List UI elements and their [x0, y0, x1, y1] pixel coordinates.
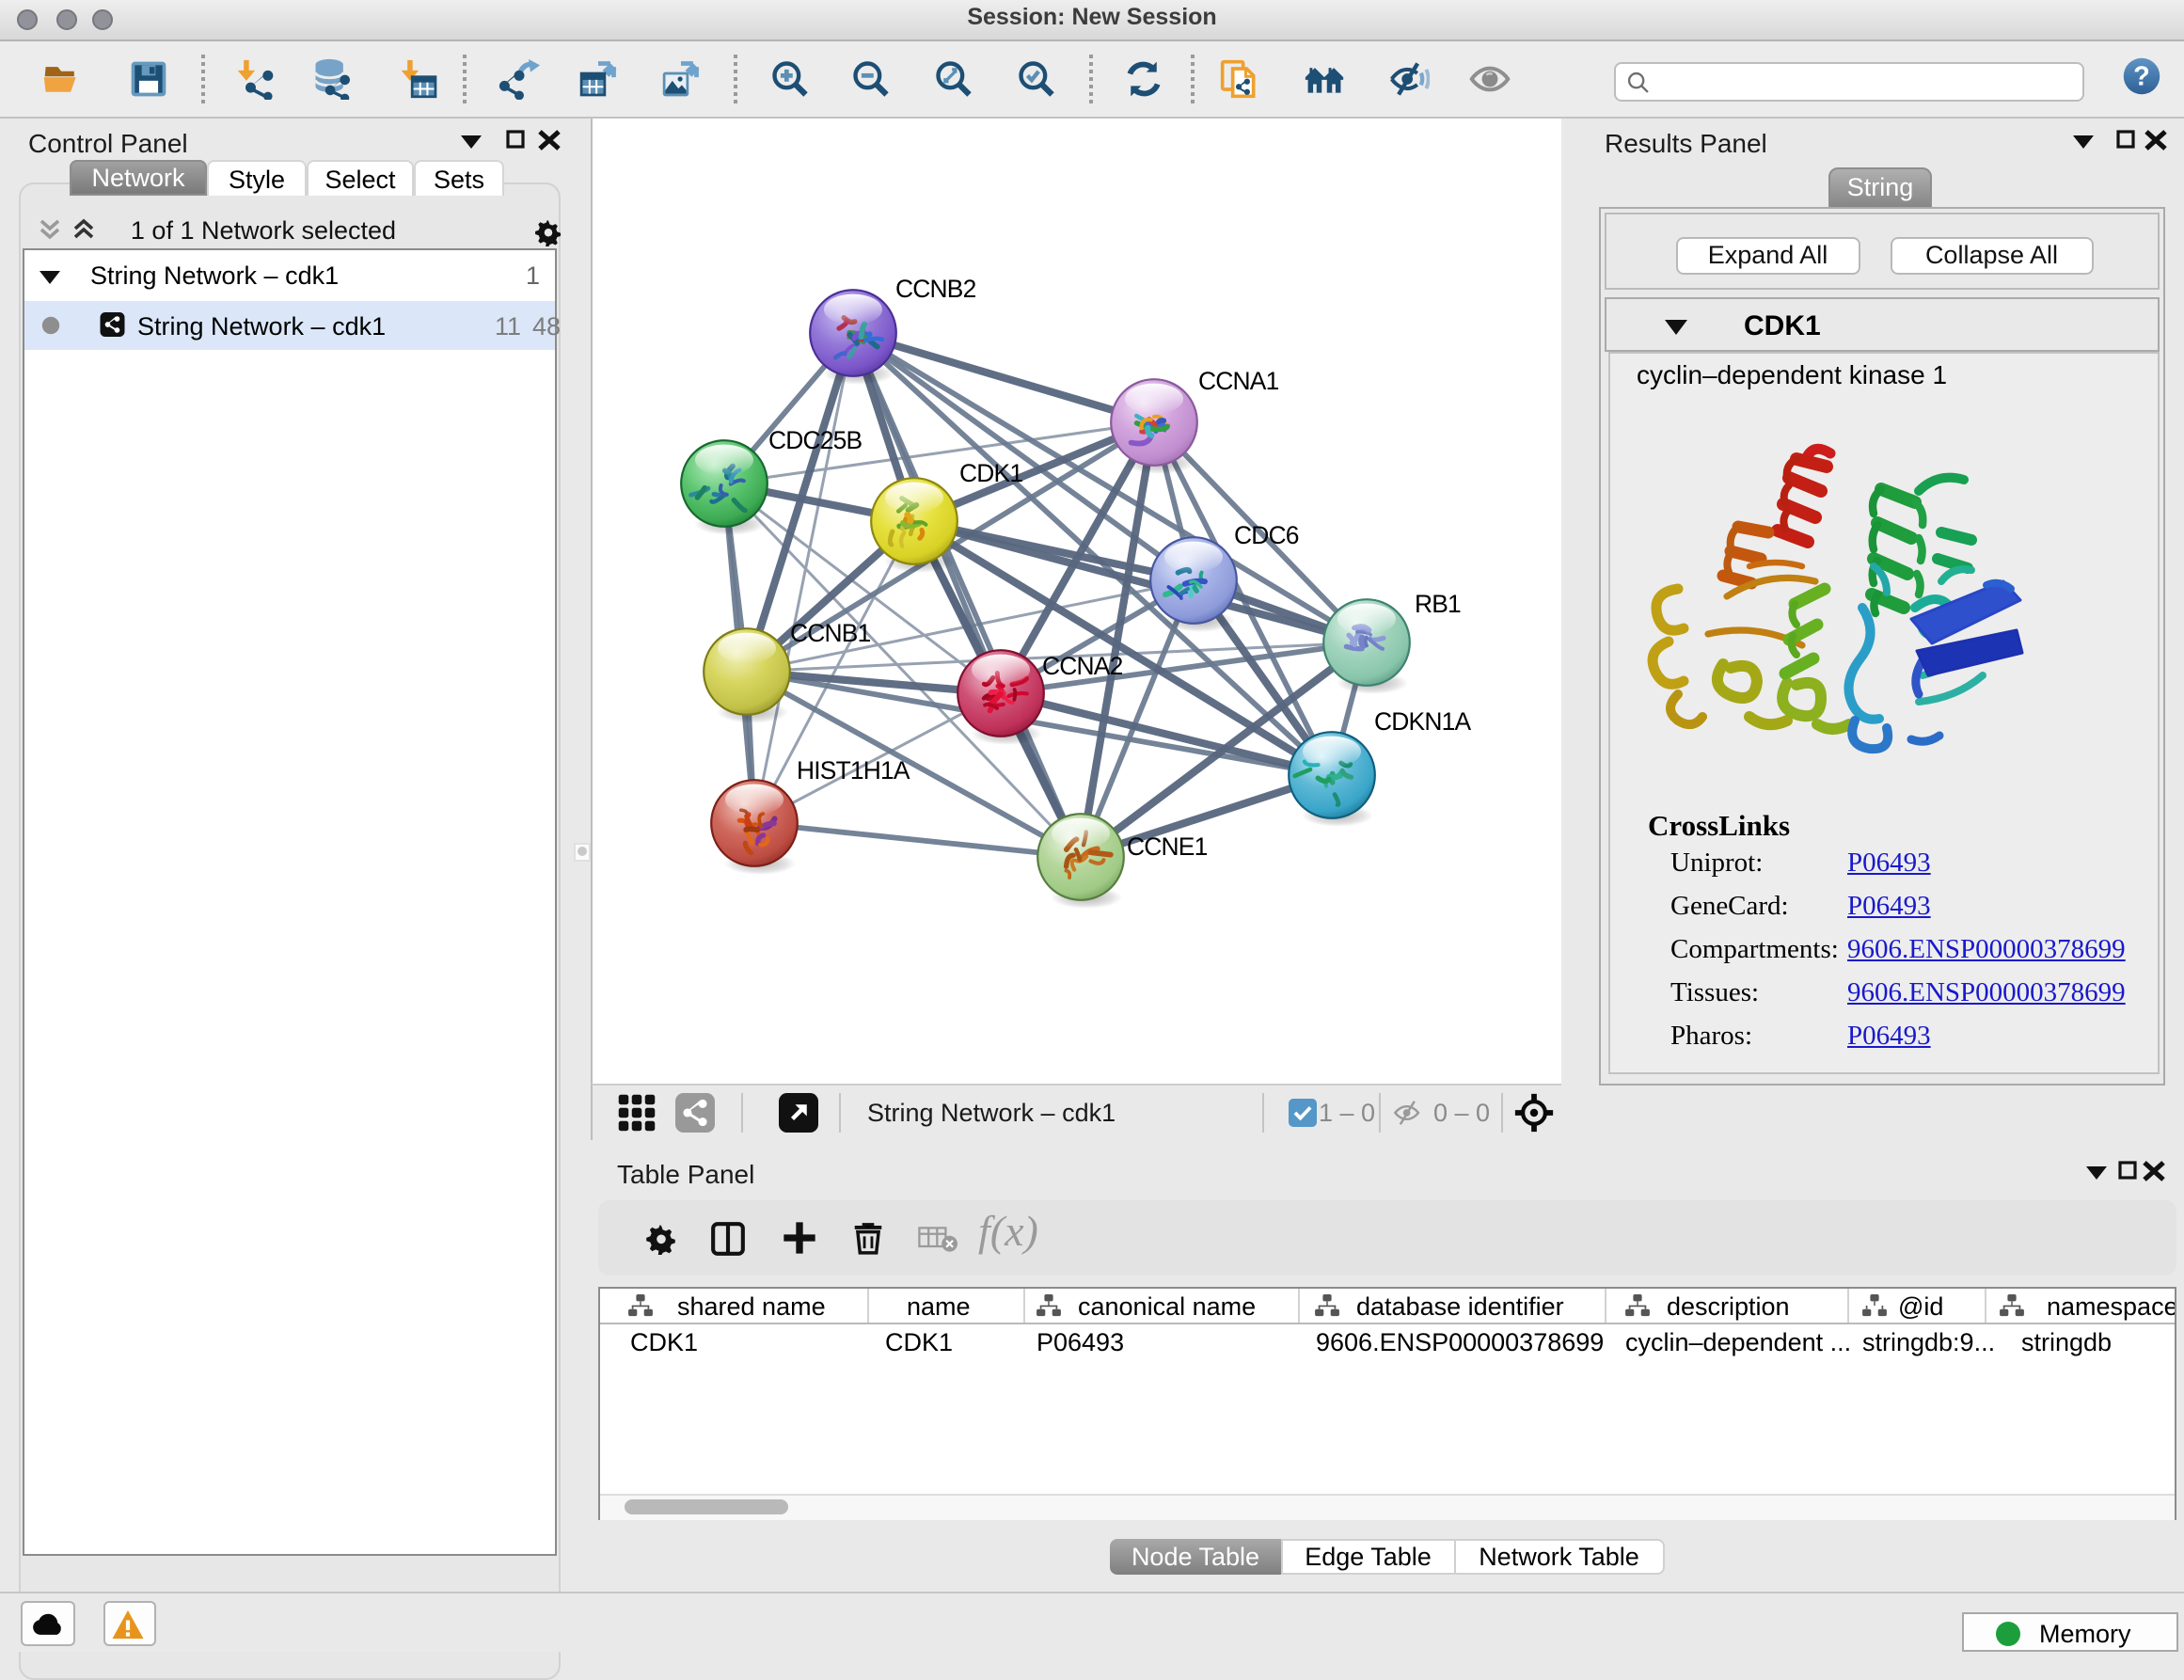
- svg-text:?: ?: [2133, 62, 2150, 92]
- svg-text:CDC25B: CDC25B: [768, 426, 863, 454]
- svg-text:CCNA2: CCNA2: [1042, 652, 1123, 680]
- svg-text:RB1: RB1: [1415, 590, 1461, 618]
- svg-text:CDK1: CDK1: [959, 459, 1022, 487]
- svg-text:CCNE1: CCNE1: [1127, 832, 1208, 861]
- svg-text:CCNA1: CCNA1: [1198, 367, 1279, 395]
- svg-text:HIST1H1A: HIST1H1A: [797, 756, 910, 785]
- svg-text:CCNB1: CCNB1: [790, 619, 871, 647]
- svg-text:CCNB2: CCNB2: [895, 275, 976, 303]
- svg-text:CDKN1A: CDKN1A: [1374, 707, 1471, 736]
- svg-text:CDC6: CDC6: [1234, 521, 1299, 549]
